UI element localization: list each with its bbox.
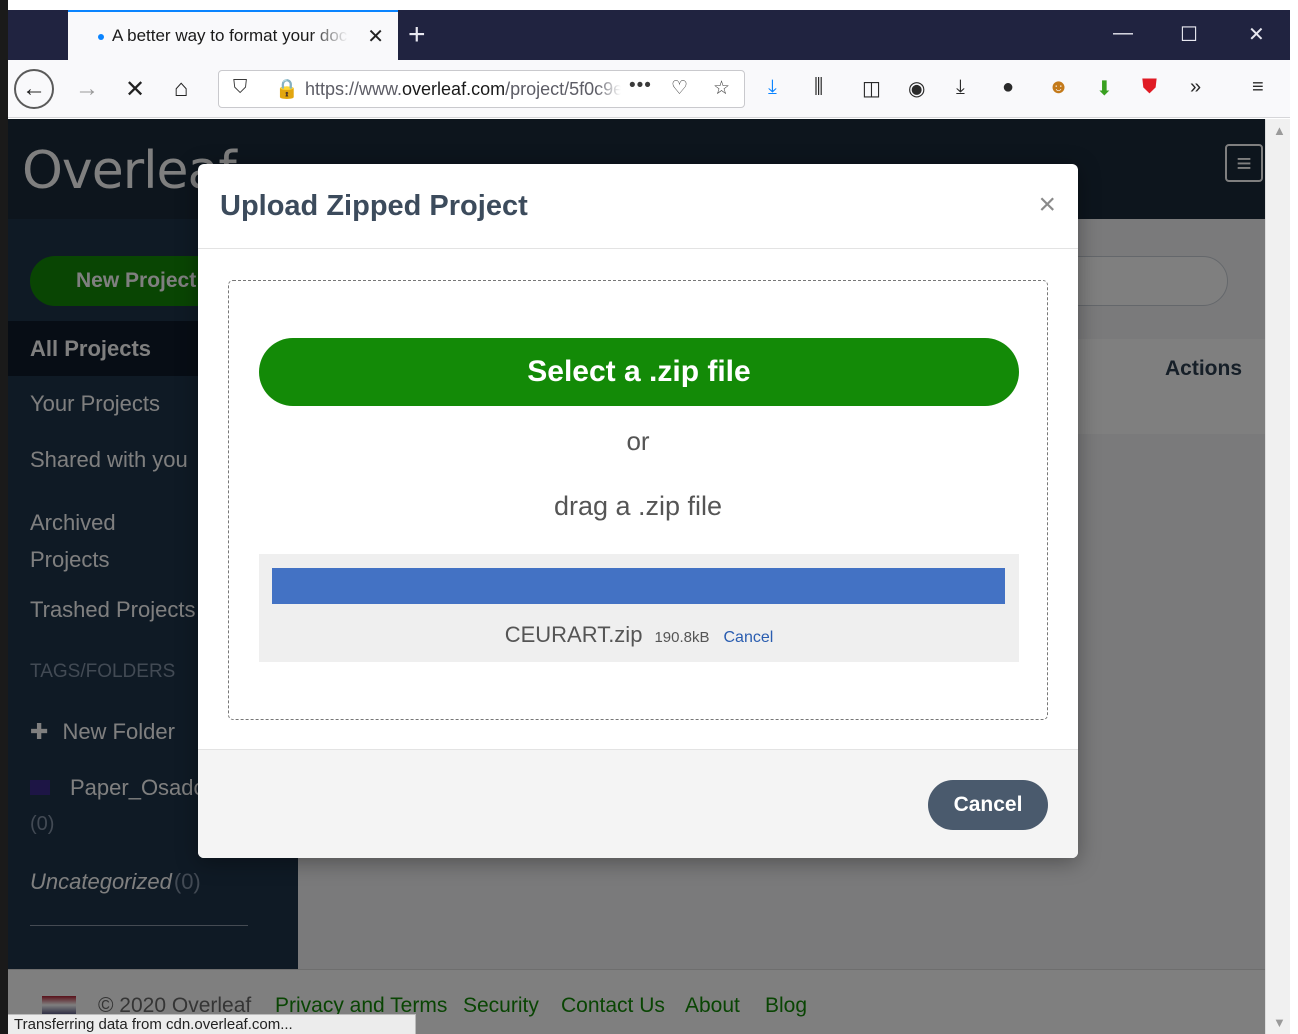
upload-zip-modal: Upload Zipped Project × Select a .zip fi… [198, 164, 1078, 858]
file-info: CEURART.zip 190.8kB Cancel [259, 622, 1019, 648]
modal-title: Upload Zipped Project [220, 190, 528, 222]
status-bar: Transferring data from cdn.overleaf.com.… [8, 1014, 416, 1034]
upload-progress-fill [272, 568, 1005, 604]
home-icon[interactable]: ⌂ [164, 72, 198, 106]
navigation-toolbar: ← → ✕ ⌂ ⛉ 🔒 https://www.overleaf.com/pro… [8, 60, 1290, 118]
select-zip-button[interactable]: Select a .zip file [259, 338, 1019, 406]
file-cancel-link[interactable]: Cancel [723, 629, 773, 646]
lock-icon[interactable]: 🔒 [275, 77, 299, 101]
tab-overleaf[interactable]: A better way to format your documents wi… [68, 10, 398, 60]
library-icon[interactable]: ⫼ [814, 76, 823, 99]
back-icon[interactable]: ← [14, 69, 54, 109]
drag-label: drag a .zip file [553, 491, 723, 521]
url-text[interactable]: https://www.overleaf.com/project/5f0c9e1… [305, 79, 621, 100]
bookmark-star-icon[interactable]: ☆ [713, 77, 730, 100]
page-actions-icon[interactable]: ••• [629, 75, 652, 97]
window-edge [0, 0, 8, 1034]
minimize-icon[interactable]: — [1113, 22, 1133, 45]
upload-file-item: CEURART.zip 190.8kB Cancel [259, 554, 1019, 662]
tab-close-icon[interactable]: ✕ [367, 24, 384, 49]
modal-header: Upload Zipped Project × [198, 164, 1078, 249]
account-icon[interactable]: ◉ [908, 76, 925, 101]
menu-icon[interactable]: ≡ [1252, 76, 1264, 99]
green-download-icon[interactable]: ⬇ [1096, 76, 1113, 101]
window-close-icon[interactable]: ✕ [1248, 22, 1265, 47]
file-size: 190.8kB [654, 629, 710, 646]
tab-title: A better way to format your documents wi… [112, 26, 348, 45]
pocket-icon[interactable]: ♡ [671, 77, 688, 100]
window-edge-right [1290, 0, 1298, 1034]
overflow-icon[interactable]: » [1190, 76, 1201, 99]
file-name: CEURART.zip [504, 622, 643, 647]
cancel-button[interactable]: Cancel [928, 780, 1048, 830]
stop-icon[interactable]: ✕ [118, 72, 152, 106]
sidebar-icon[interactable]: ◫ [862, 76, 881, 101]
scroll-down-icon[interactable]: ▼ [1273, 1015, 1286, 1030]
modal-footer: Cancel [198, 749, 1078, 858]
maximize-icon[interactable]: ☐ [1180, 22, 1198, 47]
modal-close-icon[interactable]: × [1038, 188, 1056, 222]
extension-icon[interactable]: ● [1002, 76, 1014, 99]
page-scrollbar[interactable]: ▲ ▼ [1265, 119, 1290, 1034]
new-tab-icon[interactable]: + [408, 18, 426, 52]
or-label: or [626, 426, 650, 456]
save-download-icon[interactable]: ⤓ [956, 76, 965, 99]
download-icon[interactable]: ⤓ [768, 76, 777, 99]
ublock-icon[interactable]: ⛊ [1142, 76, 1157, 99]
upload-progress-bar [272, 568, 1005, 604]
scroll-up-icon[interactable]: ▲ [1273, 123, 1286, 138]
forward-icon[interactable]: → [70, 72, 104, 106]
zip-dropzone[interactable]: Select a .zip file or drag a .zip file C… [228, 280, 1048, 720]
url-bar[interactable]: ⛉ 🔒 https://www.overleaf.com/project/5f0… [218, 70, 745, 108]
monkey-extension-icon[interactable]: ☻ [1048, 76, 1069, 99]
shield-icon[interactable]: ⛉ [233, 77, 247, 99]
tab-bar: A better way to format your documents wi… [8, 10, 1290, 60]
